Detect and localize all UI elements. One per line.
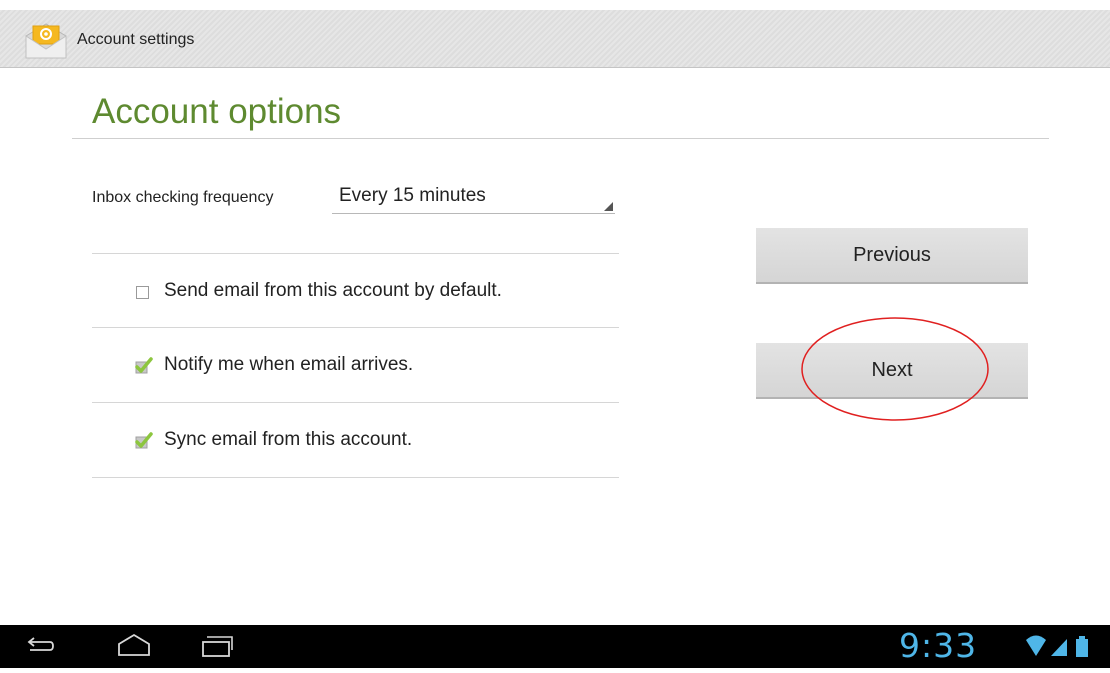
option-sync[interactable]: Sync email from this account.: [92, 412, 619, 472]
next-button[interactable]: Next: [756, 343, 1028, 399]
title-divider: [72, 138, 1049, 139]
checkbox-checked-icon[interactable]: [135, 432, 153, 449]
wifi-icon: [1025, 625, 1047, 668]
back-icon[interactable]: [26, 625, 54, 668]
checkbox-unchecked-icon[interactable]: [135, 283, 151, 299]
row-divider: [92, 477, 619, 478]
spinner-arrow-icon: [604, 202, 613, 211]
row-divider: [92, 402, 619, 403]
row-divider: [92, 253, 619, 254]
email-app-icon[interactable]: [22, 22, 70, 62]
row-divider: [92, 327, 619, 328]
frequency-label: Inbox checking frequency: [92, 189, 274, 206]
action-bar: Account settings: [0, 10, 1110, 68]
checkbox-checked-icon[interactable]: [135, 357, 153, 374]
clock: 9:33: [899, 626, 978, 665]
actionbar-title: Account settings: [77, 31, 195, 48]
previous-button[interactable]: Previous: [756, 228, 1028, 284]
frequency-value: Every 15 minutes: [339, 185, 486, 206]
recent-apps-icon[interactable]: [200, 625, 234, 668]
page-title: Account options: [92, 92, 342, 131]
signal-icon: [1050, 625, 1068, 668]
battery-icon: [1075, 625, 1089, 668]
option-label: Notify me when email arrives.: [164, 354, 414, 375]
home-icon[interactable]: [116, 625, 152, 668]
option-label: Sync email from this account.: [164, 429, 413, 450]
system-bar: 9:33: [0, 625, 1110, 668]
option-label: Send email from this account by default.: [164, 280, 502, 301]
option-notify[interactable]: Notify me when email arrives.: [92, 337, 619, 397]
option-default-account[interactable]: Send email from this account by default.: [92, 263, 619, 323]
frequency-spinner[interactable]: Every 15 minutes: [332, 180, 615, 214]
